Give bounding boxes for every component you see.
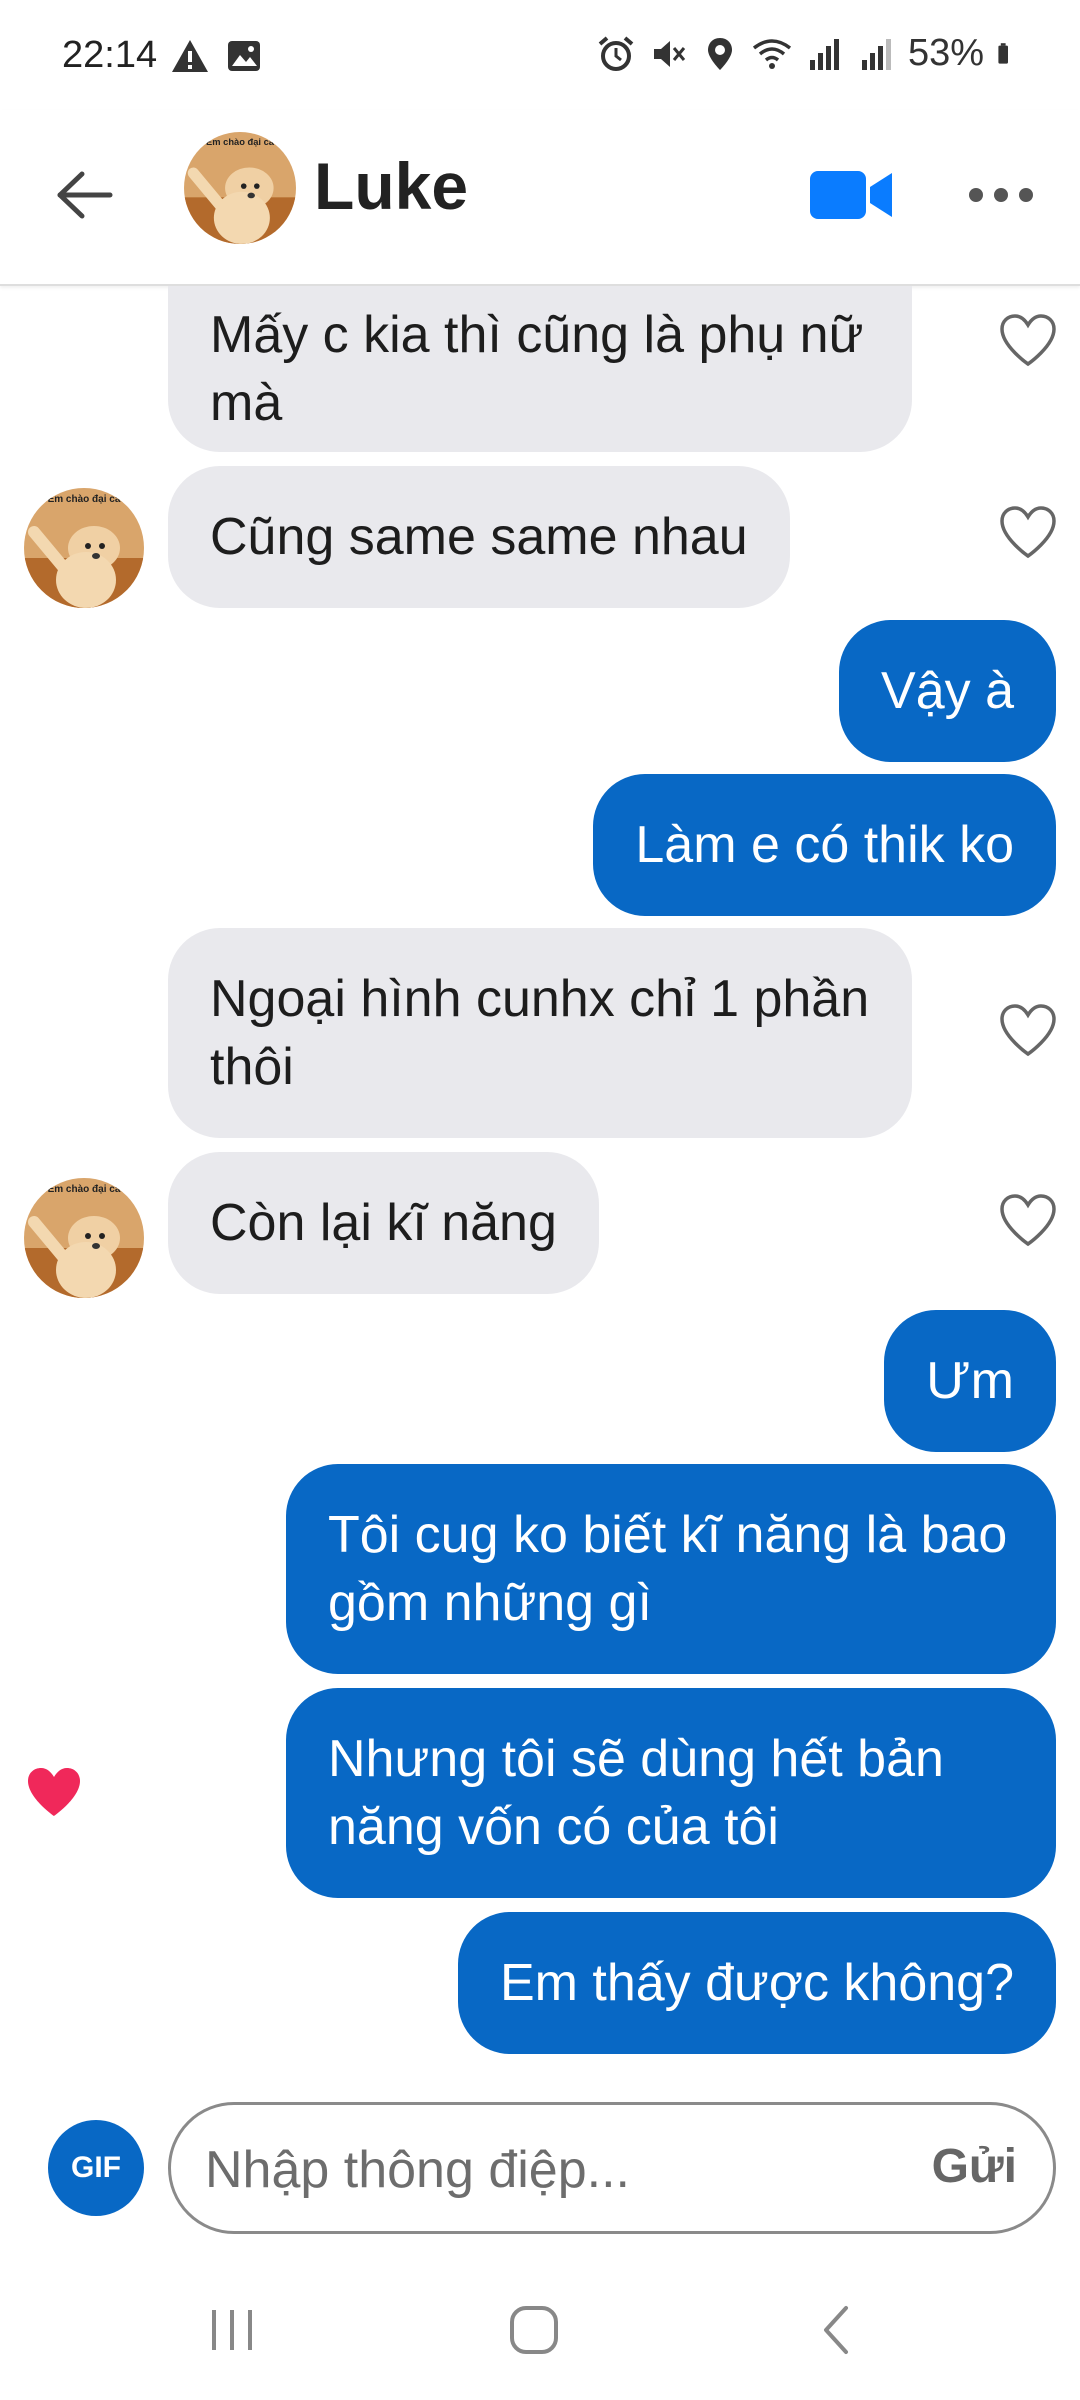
location-icon — [707, 37, 732, 70]
status-left-icons — [170, 36, 264, 76]
message-text: Nhưng tôi sẽ dùng hết bản năng vốn có củ… — [328, 1730, 944, 1856]
warning-icon — [172, 40, 208, 72]
sender-avatar[interactable]: Em chào đại ca — [24, 1178, 144, 1298]
incoming-message[interactable]: Còn lại kĩ năng — [168, 1152, 599, 1294]
system-navigation-bar — [0, 2260, 1080, 2400]
home-icon[interactable] — [502, 2298, 566, 2362]
incoming-message[interactable]: Mấy c kia thì cũng là phụ nữ mà — [168, 286, 912, 452]
heart-filled-icon[interactable] — [24, 1764, 84, 1820]
message-text: Ngoại hình cunhx chỉ 1 phần thôi — [210, 970, 870, 1096]
send-button[interactable]: Gửi — [932, 2139, 1017, 2194]
heart-outline-icon[interactable] — [998, 312, 1058, 368]
signal-icon — [809, 38, 839, 70]
mute-icon — [653, 40, 686, 67]
svg-text:Em chào đại ca: Em chào đại ca — [48, 494, 121, 505]
heart-outline-icon[interactable] — [998, 504, 1058, 560]
contact-avatar[interactable]: Em chào đại ca — [184, 132, 296, 244]
contact-name[interactable]: Luke — [314, 148, 468, 224]
status-bar: 22:14 53% — [0, 0, 1080, 110]
status-right-icons: 53% — [596, 32, 1020, 75]
outgoing-message[interactable]: Ưm — [884, 1310, 1056, 1452]
status-time: 22:14 — [62, 34, 158, 76]
message-list[interactable]: Mấy c kia thì cũng là phụ nữ mà Em chào … — [0, 286, 1080, 2076]
wifi-icon — [752, 38, 792, 69]
message-composer: GIF Gửi — [0, 2076, 1080, 2256]
outgoing-message[interactable]: Vậy à — [839, 620, 1056, 762]
back-arrow-icon[interactable] — [52, 162, 118, 228]
outgoing-message[interactable]: Làm e có thik ko — [593, 774, 1056, 916]
outgoing-message[interactable]: Em thấy được không? — [457, 1912, 1056, 2054]
message-text: Ưm — [926, 1352, 1014, 1410]
incoming-message[interactable]: Ngoại hình cunhx chỉ 1 phần thôi — [168, 928, 912, 1138]
sender-avatar[interactable]: Em chào đại ca — [24, 488, 144, 608]
conversation-header: Em chào đại ca Luke — [0, 110, 1080, 286]
message-text: Vậy à — [881, 662, 1014, 720]
image-icon — [228, 41, 260, 71]
outgoing-message[interactable]: Tôi cug ko biết kĩ năng là bao gồm những… — [286, 1464, 1056, 1674]
message-text: Tôi cug ko biết kĩ năng là bao gồm những… — [328, 1506, 1008, 1632]
heart-outline-icon[interactable] — [998, 1192, 1058, 1248]
recent-apps-icon[interactable] — [200, 2298, 264, 2362]
battery-icon — [998, 42, 1008, 64]
svg-text:Em chào đại ca: Em chào đại ca — [206, 137, 275, 147]
message-text: Còn lại kĩ năng — [210, 1194, 557, 1252]
message-text: Làm e có thik ko — [635, 816, 1014, 874]
message-text: Mấy c kia thì cũng là phụ nữ mà — [210, 306, 864, 432]
message-text: Cũng same same nhau — [210, 508, 748, 566]
message-input[interactable] — [205, 2137, 885, 2203]
gif-button[interactable]: GIF — [48, 2120, 144, 2216]
signal-2-icon — [861, 38, 891, 70]
nav-back-icon[interactable] — [806, 2298, 870, 2362]
alarm-icon — [598, 35, 634, 71]
incoming-message[interactable]: Cũng same same nhau — [168, 466, 790, 608]
svg-text:Em chào đại ca: Em chào đại ca — [48, 1184, 121, 1195]
outgoing-message[interactable]: Nhưng tôi sẽ dùng hết bản năng vốn có củ… — [286, 1688, 1056, 1898]
video-camera-icon[interactable] — [810, 165, 894, 225]
message-text: Em thấy được không? — [499, 1954, 1014, 2012]
battery-percent: 53% — [907, 32, 984, 74]
more-dots-icon[interactable] — [966, 180, 1036, 210]
heart-outline-icon[interactable] — [998, 1002, 1058, 1058]
message-input-box[interactable]: Gửi — [168, 2102, 1056, 2234]
